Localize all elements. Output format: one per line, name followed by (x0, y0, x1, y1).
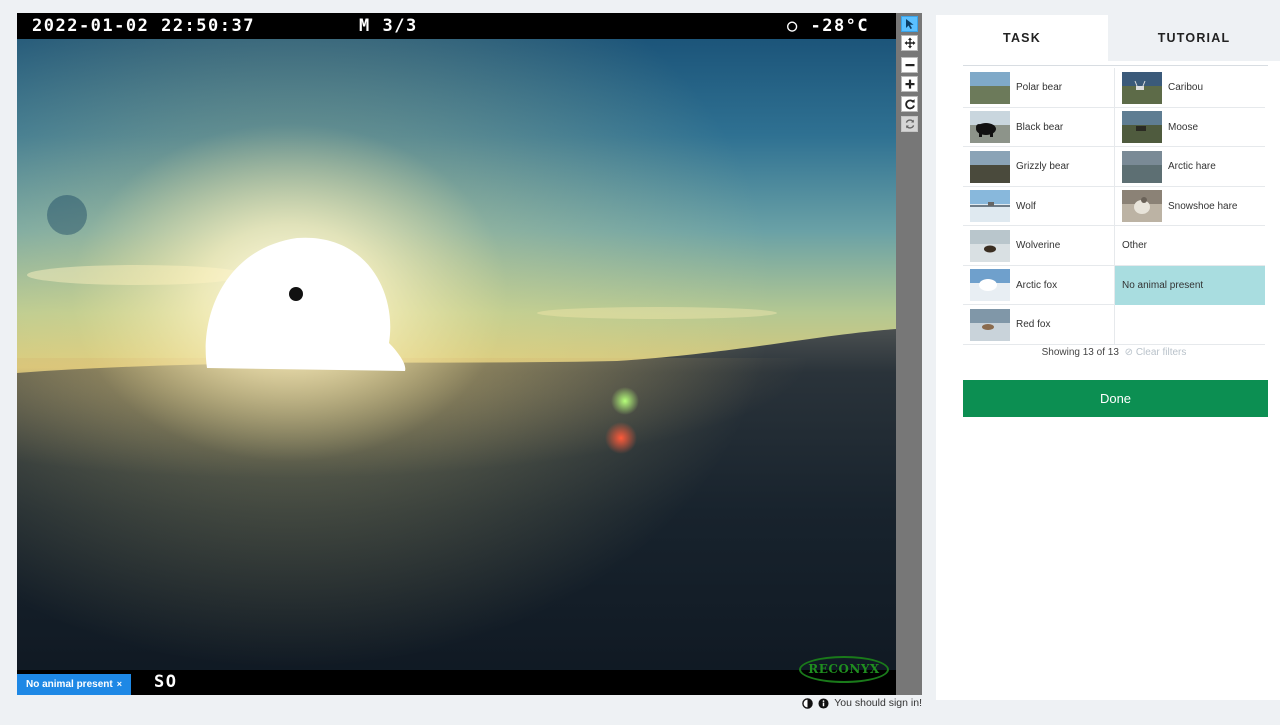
species-choice-grid: Polar bear Caribou Black bear Moose Grizzly … (963, 68, 1265, 345)
camera-brand-logo: RECONYX (799, 656, 889, 683)
choice-polar-bear[interactable]: Polar bear (963, 68, 1114, 107)
choice-moose[interactable]: Moose (1114, 107, 1265, 147)
camera-mode: M 3/3 (359, 16, 418, 36)
choice-label: Other (1122, 240, 1148, 251)
red-fox-thumb (970, 308, 1010, 341)
camera-temperature: ○ -28°C (787, 16, 870, 36)
pointer-icon (905, 19, 913, 29)
choice-other[interactable]: Other (1114, 226, 1265, 265)
choice-row: Red fox (963, 305, 1265, 345)
wolf-thumb (970, 190, 1010, 222)
choice-caribou[interactable]: Caribou (1114, 68, 1265, 107)
choice-grizzly-bear[interactable]: Grizzly bear (963, 147, 1114, 186)
choice-empty-cell (1114, 305, 1265, 344)
choice-arctic-fox[interactable]: Arctic fox (963, 266, 1114, 305)
subject-image-viewer[interactable]: 2022-01-02 22:50:37 M 3/3 ○ -28°C SO REC… (17, 13, 896, 695)
zoom-in-button[interactable] (901, 76, 918, 92)
sign-in-notice[interactable]: You should sign in! (834, 697, 922, 709)
choice-label: Red fox (1016, 319, 1051, 330)
choice-red-fox[interactable]: Red fox (963, 305, 1114, 344)
zoom-in-icon (905, 79, 914, 89)
choice-label: Snowshoe hare (1168, 200, 1238, 212)
arctic-hare-thumb (1122, 150, 1162, 183)
choice-label: Moose (1168, 121, 1199, 133)
pan-tool-button[interactable] (901, 35, 918, 51)
caribou-thumb (1122, 71, 1162, 104)
close-icon[interactable]: × (117, 679, 122, 689)
choice-row: Polar bear Caribou (963, 68, 1265, 108)
tab-divider (963, 65, 1268, 66)
polar-bear-thumb (970, 71, 1010, 104)
task-panel: TASK TUTORIAL Polar bear Caribou Black bea… (936, 15, 1280, 700)
rotate-button[interactable] (901, 96, 918, 112)
rotate-icon (904, 99, 915, 110)
black-bear-thumb (970, 111, 1010, 143)
choice-no-animal-present[interactable]: No animal present (1114, 265, 1265, 305)
choice-black-bear[interactable]: Black bear (963, 108, 1114, 147)
reset-button[interactable] (901, 116, 918, 132)
viewer-footer: You should sign in! (802, 697, 922, 709)
info-icon[interactable] (818, 697, 829, 709)
reset-icon (905, 119, 914, 129)
contrast-icon[interactable] (802, 697, 814, 709)
choice-label: Polar bear (1016, 82, 1063, 93)
arctic-fox-thumb (970, 269, 1010, 301)
tab-task[interactable]: TASK (936, 15, 1108, 61)
choice-row: Wolf Snowshoe hare (963, 186, 1265, 226)
choice-label: Arctic fox (1016, 279, 1058, 291)
choice-label: Wolverine (1016, 240, 1061, 251)
choice-label: Caribou (1168, 82, 1204, 93)
tab-tutorial[interactable]: TUTORIAL (1108, 15, 1280, 61)
camera-trap-photo[interactable] (17, 13, 896, 695)
choice-wolf[interactable]: Wolf (963, 187, 1114, 226)
image-toolbar (896, 13, 922, 695)
done-button[interactable]: Done (963, 380, 1268, 417)
pan-icon (904, 37, 915, 49)
choice-label: Grizzly bear (1016, 161, 1070, 172)
choice-snowshoe-hare[interactable]: Snowshoe hare (1114, 186, 1265, 226)
annotation-chip-label: No animal present (26, 679, 113, 690)
clear-filters-link[interactable]: ⊘ Clear filters (1125, 347, 1187, 358)
choice-row: Grizzly bear Arctic hare (963, 147, 1265, 187)
choice-label: No animal present (1122, 279, 1204, 291)
choice-label: Black bear (1016, 121, 1064, 133)
choice-label: Wolf (1016, 200, 1036, 212)
choice-arctic-hare[interactable]: Arctic hare (1114, 147, 1265, 186)
pointer-tool-button[interactable] (901, 16, 918, 32)
filter-status: Showing 13 of 13 ⊘ Clear filters (963, 347, 1265, 358)
choice-wolverine[interactable]: Wolverine (963, 226, 1114, 265)
wolverine-thumb (970, 229, 1010, 262)
choice-label: Arctic hare (1168, 161, 1216, 172)
snowshoe-hare-thumb (1122, 190, 1162, 222)
grizzly-bear-thumb (970, 150, 1010, 183)
choice-row: Arctic fox No animal present (963, 265, 1265, 305)
zoom-out-icon (905, 64, 914, 67)
moose-thumb (1122, 111, 1162, 143)
zoom-out-button[interactable] (901, 57, 918, 73)
showing-count: Showing 13 of 13 (1041, 347, 1119, 358)
camera-timestamp: 2022-01-02 22:50:37 (32, 16, 255, 36)
panel-tabs: TASK TUTORIAL (936, 15, 1280, 61)
annotation-chip[interactable]: No animal present × (17, 674, 131, 695)
choice-row: Wolverine Other (963, 226, 1265, 266)
choice-row: Black bear Moose (963, 107, 1265, 147)
